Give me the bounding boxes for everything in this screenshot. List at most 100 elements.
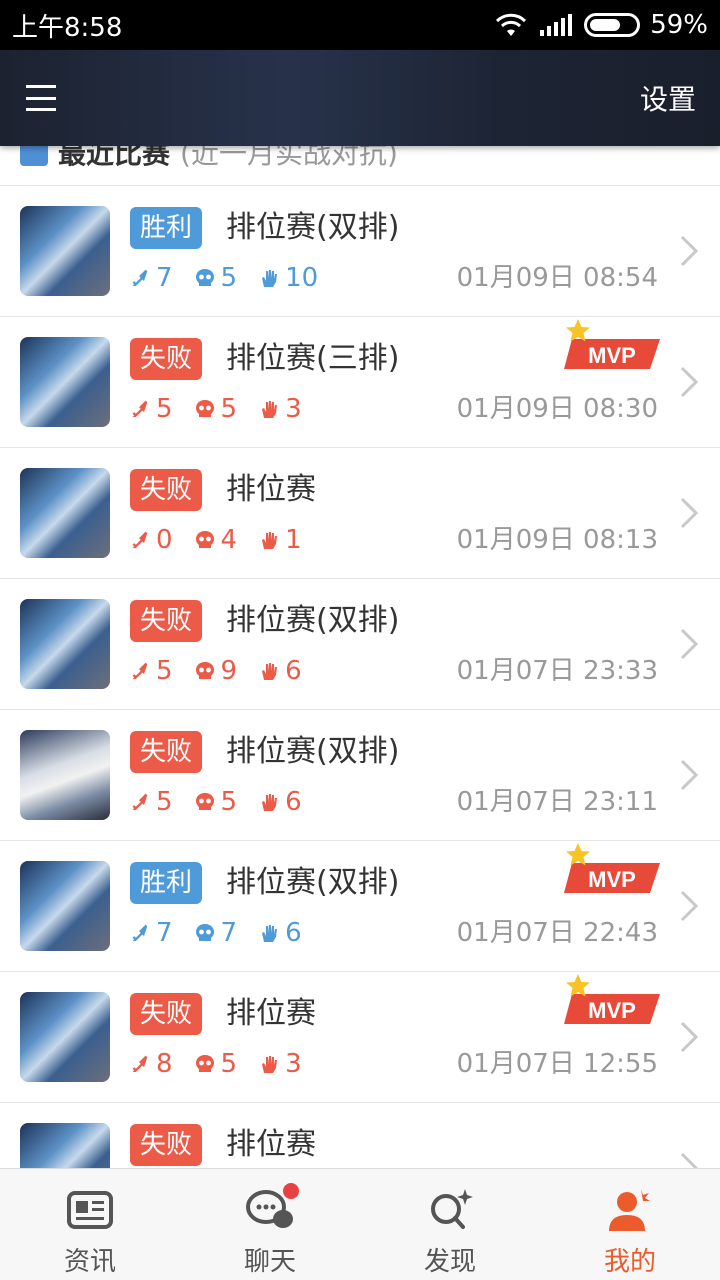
result-badge: 失败 (130, 469, 203, 511)
chevron-right-icon (680, 628, 698, 660)
match-type: 排位赛(三排) (226, 341, 400, 376)
hand-icon (262, 925, 278, 942)
match-row[interactable]: 失败 排位赛 0 4 1 01月09日 08:13 (0, 448, 720, 579)
chevron-right-icon (680, 890, 698, 922)
chat-icon-wrap (245, 1183, 299, 1233)
kills-stat: 0 (130, 524, 173, 556)
kda-stats: 5 9 6 (130, 655, 324, 687)
hero-avatar (20, 992, 110, 1082)
match-type: 排位赛(双排) (226, 210, 400, 245)
match-row[interactable]: 失败 排位赛(双排) 5 9 6 01月07日 23:33 (0, 579, 720, 710)
match-list: 胜利 排位赛(双排) 7 5 10 01月09日 08:54 失败 排位赛(三排) 5… (0, 186, 720, 1234)
nav-tab-chat[interactable]: 聊天 (180, 1169, 360, 1280)
nav-tab-profile[interactable]: 我的 (540, 1169, 720, 1280)
skull-icon (195, 924, 214, 941)
nav-label-profile: 我的 (603, 1247, 656, 1277)
assists-value: 6 (285, 656, 302, 686)
assists-value: 3 (285, 394, 302, 424)
mvp-badge: MVP (564, 319, 660, 369)
result-badge: 胜利 (130, 207, 203, 249)
match-row[interactable]: 失败 排位赛(双排) 5 5 6 01月07日 23:11 (0, 710, 720, 841)
skull-icon (195, 662, 214, 679)
section-marker (20, 146, 48, 166)
assists-value: 10 (285, 263, 319, 293)
mvp-label: MVP (588, 998, 636, 1023)
match-type: 排位赛(双排) (226, 603, 400, 638)
kda-stats: 0 4 1 (130, 524, 324, 556)
match-row[interactable]: 胜利 排位赛(双排) 7 5 10 01月09日 08:54 (0, 186, 720, 317)
match-type: 排位赛 (226, 996, 316, 1031)
menu-icon[interactable] (26, 83, 56, 113)
sword-icon (132, 400, 148, 417)
match-time: 01月07日 23:33 (456, 656, 658, 686)
hero-avatar (20, 468, 110, 558)
deaths-stat: 5 (195, 786, 238, 818)
signal-icon (540, 14, 573, 36)
deaths-stat: 9 (195, 655, 238, 687)
deaths-value: 9 (220, 656, 238, 686)
match-time: 01月07日 22:43 (456, 918, 658, 948)
nav-label-chat: 聊天 (243, 1247, 296, 1277)
assists-value: 6 (285, 787, 302, 817)
hero-avatar (20, 206, 110, 296)
sword-icon (132, 924, 148, 941)
hand-icon (262, 663, 278, 680)
sword-icon (132, 1055, 148, 1072)
match-type: 排位赛(双排) (226, 865, 400, 900)
battery-icon (584, 13, 641, 37)
nav-tab-discover[interactable]: 发现 (360, 1169, 540, 1280)
mvp-badge: MVP (564, 843, 660, 893)
match-row[interactable]: 失败 排位赛 8 5 3 01月07日 12:55 MVP (0, 972, 720, 1103)
match-row[interactable]: 胜利 排位赛(双排) 7 7 6 01月07日 22:43 MVP (0, 841, 720, 972)
assists-stat: 6 (259, 786, 302, 818)
match-time: 01月07日 23:11 (456, 787, 658, 817)
hand-icon (262, 270, 278, 287)
match-row[interactable]: 失败 排位赛(三排) 5 5 3 01月09日 08:30 MVP (0, 317, 720, 448)
chevron-right-icon (680, 497, 698, 529)
bottom-nav: 资讯 聊天 发现 我的 (0, 1168, 720, 1280)
result-badge: 胜利 (130, 862, 203, 904)
assists-value: 6 (285, 918, 302, 948)
hand-icon (262, 1056, 278, 1073)
hand-icon (262, 401, 278, 418)
kda-stats: 5 5 6 (130, 786, 324, 818)
kda-stats: 8 5 3 (130, 1048, 324, 1080)
discover-icon (431, 1189, 473, 1229)
nav-tab-news[interactable]: 资讯 (0, 1169, 180, 1280)
chevron-right-icon (680, 1021, 698, 1053)
kills-value: 5 (156, 787, 173, 817)
kills-value: 5 (156, 394, 173, 424)
deaths-value: 4 (220, 525, 238, 555)
mvp-label: MVP (588, 343, 636, 368)
assists-value: 1 (285, 525, 302, 555)
result-badge: 失败 (130, 600, 203, 642)
skull-icon (195, 1055, 214, 1072)
settings-button[interactable]: 设置 (640, 78, 696, 118)
wifi-icon (496, 13, 527, 36)
deaths-value: 5 (220, 787, 238, 817)
deaths-value: 5 (220, 263, 238, 293)
match-time: 01月09日 08:54 (456, 263, 658, 293)
match-type: 排位赛 (226, 472, 316, 507)
sword-icon (132, 269, 148, 286)
skull-icon (195, 531, 214, 548)
kills-stat: 5 (130, 786, 173, 818)
kills-stat: 8 (130, 1048, 173, 1080)
nav-label-discover: 发现 (423, 1247, 476, 1277)
match-type: 排位赛(双排) (226, 734, 400, 769)
assists-stat: 3 (259, 393, 302, 425)
deaths-stat: 5 (195, 1048, 238, 1080)
section-title: 最近比赛 (58, 146, 171, 170)
skull-icon (195, 269, 214, 286)
status-bar: 上午8:58 59% (0, 0, 720, 50)
sword-icon (132, 531, 148, 548)
skull-icon (195, 400, 214, 417)
chevron-right-icon (680, 235, 698, 267)
mvp-label: MVP (588, 867, 636, 892)
kills-value: 8 (156, 1049, 173, 1079)
match-time: 01月07日 12:55 (456, 1049, 658, 1079)
result-badge: 失败 (130, 338, 203, 380)
deaths-value: 5 (220, 1049, 238, 1079)
kills-stat: 5 (130, 393, 173, 425)
assists-stat: 1 (259, 524, 302, 556)
